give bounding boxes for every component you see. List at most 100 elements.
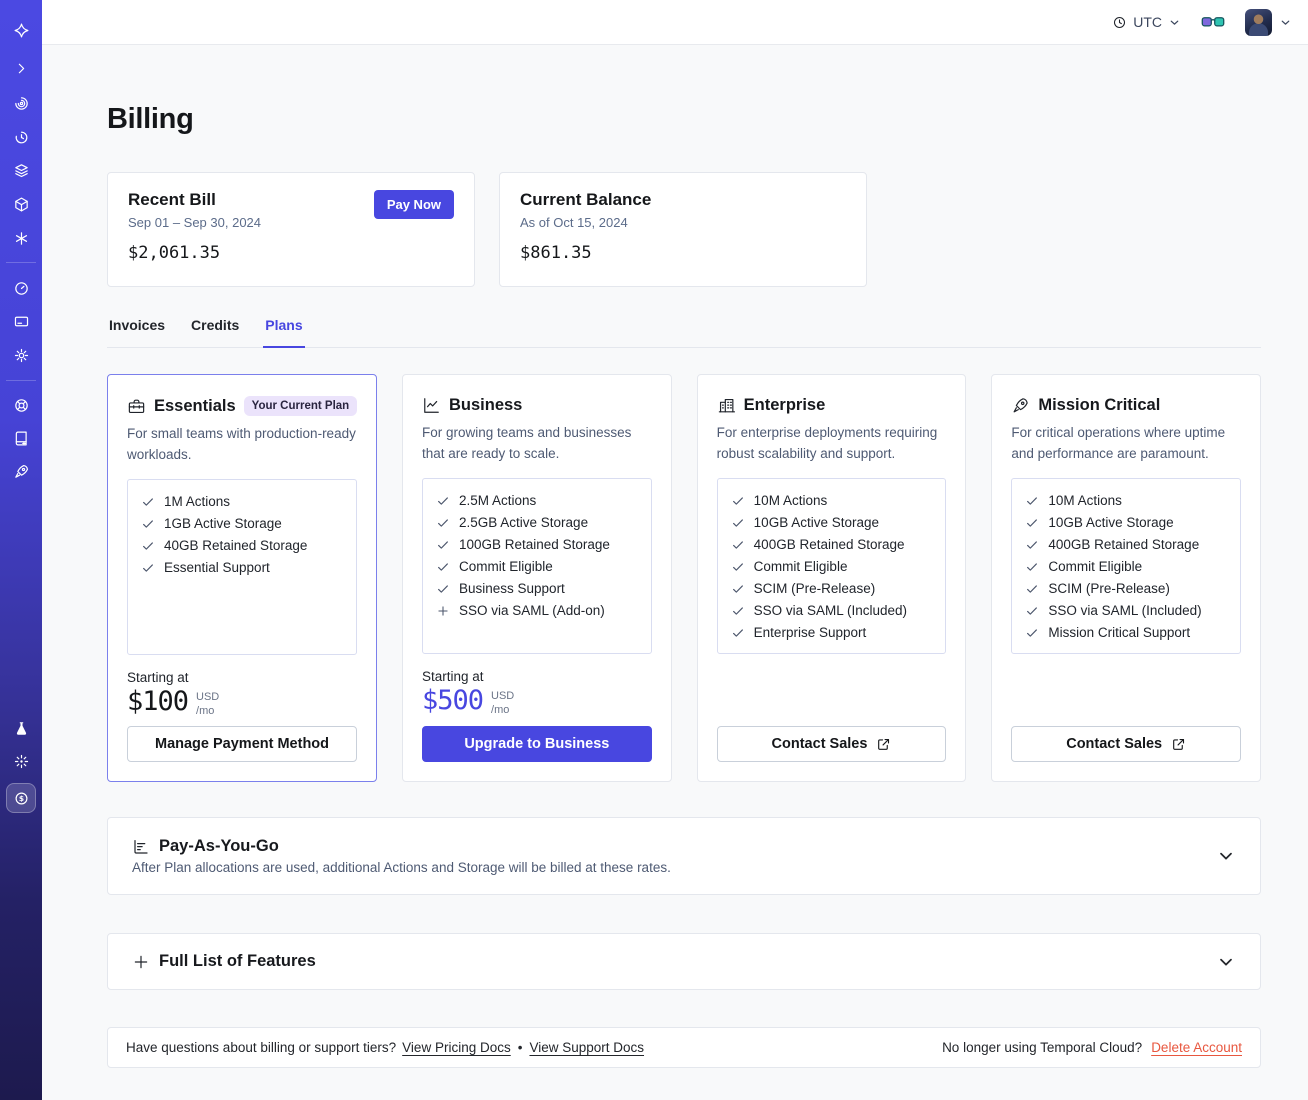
plan-features: 10M Actions 10GB Active Storage 400GB Re… <box>716 478 947 655</box>
clock-icon <box>1114 16 1126 28</box>
check-icon <box>731 582 745 596</box>
check-icon <box>1025 626 1039 640</box>
support-icon[interactable] <box>0 397 42 414</box>
price-amount: $500 <box>422 685 484 717</box>
billing-footer: Have questions about billing or support … <box>107 1027 1261 1068</box>
temporal-logo-icon[interactable] <box>0 22 42 39</box>
chevron-down-icon <box>1220 852 1232 860</box>
payg-accordion[interactable]: Pay-As-You-Go After Plan allocations are… <box>107 817 1261 895</box>
check-icon <box>1025 494 1039 508</box>
timezone-selector[interactable]: UTC <box>1112 14 1181 30</box>
current-balance-card: Current Balance As of Oct 15, 2024 $861.… <box>499 172 867 287</box>
feature-text: SCIM (Pre-Release) <box>1048 581 1170 597</box>
plus-icon <box>436 604 450 618</box>
docs-icon[interactable] <box>0 430 42 447</box>
account-menu[interactable] <box>1245 8 1292 36</box>
tab-invoices[interactable]: Invoices <box>107 311 167 347</box>
3d-glasses-icon[interactable] <box>1201 15 1225 29</box>
check-icon <box>731 538 745 552</box>
stack-icon[interactable] <box>0 162 42 179</box>
feature-text: 40GB Retained Storage <box>164 538 308 554</box>
payg-title: Pay-As-You-Go <box>159 837 279 855</box>
feature-text: Enterprise Support <box>753 625 867 641</box>
feature-text: SCIM (Pre-Release) <box>753 581 876 597</box>
plan-card-essentials: Essentials Your Current Plan For small t… <box>107 374 377 782</box>
plan-name: Essentials <box>154 396 236 415</box>
cta-label: Contact Sales <box>1066 736 1163 752</box>
chevron-down-icon <box>1220 958 1232 966</box>
feature-text: Commit Eligible <box>1048 559 1143 575</box>
footer-question: Have questions about billing or support … <box>126 1040 397 1055</box>
contact-sales-button[interactable]: Contact Sales <box>1011 726 1242 762</box>
schedules-icon[interactable] <box>0 129 42 146</box>
pay-now-button[interactable]: Pay Now <box>373 190 454 219</box>
tab-credits[interactable]: Credits <box>189 311 241 347</box>
current-balance-amount: $861.35 <box>520 243 592 263</box>
nexus-icon[interactable] <box>0 230 42 247</box>
theme-icon[interactable] <box>0 753 42 770</box>
feature-text: Essential Support <box>164 560 270 576</box>
labs-icon[interactable] <box>0 720 42 737</box>
check-icon <box>731 626 745 640</box>
plan-price: Starting at $100 USD/mo <box>127 670 357 719</box>
billing-icon[interactable]: $ <box>6 783 36 813</box>
payments-icon[interactable] <box>0 313 42 330</box>
feature-text: Commit Eligible <box>753 559 848 575</box>
svg-text:$: $ <box>18 794 23 803</box>
feature-text: 1M Actions <box>164 494 231 510</box>
manage-payment-button[interactable]: Manage Payment Method <box>127 726 357 762</box>
line-chart-icon <box>422 396 441 415</box>
recent-bill-title: Recent Bill <box>128 190 216 209</box>
pricing-docs-link[interactable]: View Pricing Docs <box>402 1040 511 1055</box>
plan-name: Business <box>449 396 523 414</box>
feature-text: 10M Actions <box>753 493 828 509</box>
check-icon <box>436 516 450 530</box>
external-link-icon <box>878 738 890 750</box>
price-amount: $100 <box>127 686 189 718</box>
delete-question: No longer using Temporal Cloud? <box>942 1040 1143 1055</box>
plan-description: For critical operations where uptime and… <box>1011 425 1226 461</box>
deployments-icon[interactable] <box>0 196 42 213</box>
support-docs-link[interactable]: View Support Docs <box>529 1040 644 1055</box>
plan-features: 10M Actions 10GB Active Storage 400GB Re… <box>1011 478 1242 655</box>
price-label: Starting at <box>422 669 484 685</box>
collapse-chevron-icon[interactable] <box>0 60 42 77</box>
billing-summary: Recent Bill Sep 01 – Sep 30, 2024 Pay No… <box>107 172 1261 287</box>
contact-sales-button[interactable]: Contact Sales <box>716 726 947 762</box>
plus-icon <box>134 955 148 968</box>
price-currency: USD <box>491 690 515 703</box>
feature-text: 2.5M Actions <box>459 493 537 509</box>
recent-bill-amount: $2,061.35 <box>128 243 221 263</box>
buildings-icon <box>717 396 736 415</box>
check-icon <box>1025 582 1039 596</box>
getting-started-icon[interactable] <box>0 463 42 480</box>
plan-name: Mission Critical <box>1038 396 1161 414</box>
check-icon <box>731 516 745 530</box>
plan-description: For growing teams and businesses that ar… <box>422 425 632 461</box>
feature-text: Business Support <box>459 581 565 597</box>
feature-text: 2.5GB Active Storage <box>459 515 589 531</box>
sidebar-divider <box>6 262 36 263</box>
tab-plans[interactable]: Plans <box>263 311 305 348</box>
cta-label: Manage Payment Method <box>154 736 330 752</box>
plans-grid: Essentials Your Current Plan For small t… <box>107 374 1262 782</box>
cta-label: Upgrade to Business <box>464 736 610 752</box>
settings-icon[interactable] <box>0 347 42 364</box>
plan-features: 1M Actions 1GB Active Storage 40GB Retai… <box>127 479 357 656</box>
usage-icon[interactable] <box>0 280 42 297</box>
bar-chart-icon <box>134 839 148 854</box>
feature-text: Mission Critical Support <box>1048 625 1191 641</box>
full-features-accordion[interactable]: Full List of Features <box>107 933 1261 990</box>
separator-dot: • <box>517 1040 523 1055</box>
upgrade-business-button[interactable]: Upgrade to Business <box>422 726 652 762</box>
namespaces-icon[interactable] <box>0 95 42 112</box>
check-icon <box>141 495 155 509</box>
check-icon <box>731 560 745 574</box>
chevron-down-icon <box>1170 20 1179 25</box>
plan-description: For enterprise deployments requiring rob… <box>716 425 938 461</box>
delete-account-link[interactable]: Delete Account <box>1151 1040 1242 1055</box>
recent-bill-card: Recent Bill Sep 01 – Sep 30, 2024 Pay No… <box>107 172 475 287</box>
recent-bill-period: Sep 01 – Sep 30, 2024 <box>128 215 262 230</box>
feature-text: 10GB Active Storage <box>1048 515 1174 531</box>
plan-price: Starting at $500 USD/mo <box>422 669 652 718</box>
